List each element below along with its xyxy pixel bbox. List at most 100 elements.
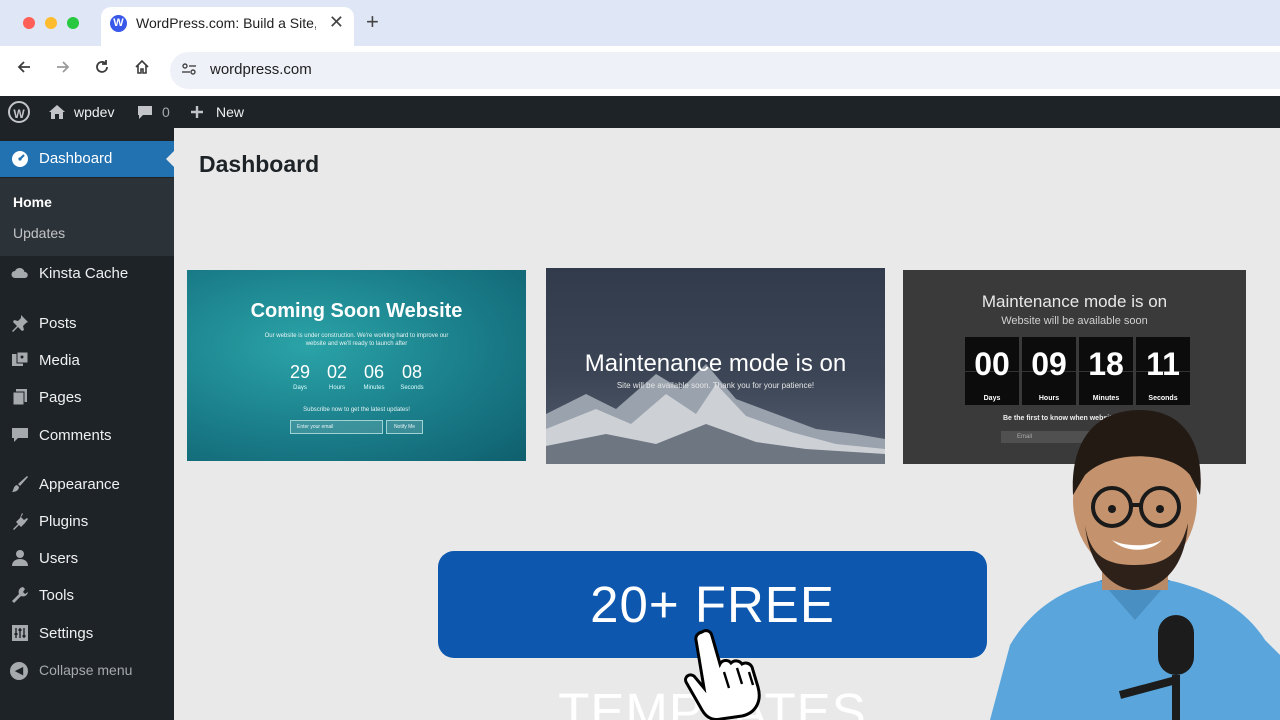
cloud-icon [10,264,30,284]
sidebar-item-kinsta-cache[interactable]: Kinsta Cache [0,256,174,292]
comments-icon[interactable] [137,96,153,128]
sidebar-item-label: Media [39,352,80,369]
dashboard-submenu: Home Updates [0,178,174,256]
countdown-unit: Seconds [1148,395,1178,402]
countdown-box: 11 Seconds [1136,337,1190,405]
sidebar-item-label: Pages [39,389,82,406]
admin-sidebar: Dashboard Home Updates Kinsta Cache Post… [0,128,174,720]
browser-tab[interactable]: W WordPress.com: Build a Site, Sell Your… [101,7,354,46]
countdown-value: 00 [974,346,1010,382]
template-maintenance-mountain[interactable]: Maintenance mode is on Site will be avai… [546,268,885,464]
countdown-unit: Hours [1038,395,1060,402]
minimize-window-button[interactable] [45,17,57,29]
browser-toolbar: wordpress.com [0,46,1280,96]
page-title: Dashboard [199,151,320,177]
submenu-updates[interactable]: Updates [13,225,65,241]
close-window-button[interactable] [23,17,35,29]
sidebar-item-users[interactable]: Users [0,541,174,577]
collapse-menu-label: Collapse menu [39,662,133,678]
sidebar-item-pages[interactable]: Pages [0,380,174,416]
dashboard-icon [10,149,30,169]
wrench-icon [10,586,30,606]
sidebar-item-label: Settings [39,625,94,642]
countdown-unit: Hours [328,385,345,391]
sidebar-item-label: Users [39,550,79,567]
plugin-icon [10,512,30,532]
hand-cursor-icon [684,629,761,720]
sidebar-item-label: Appearance [39,476,120,493]
countdown-value: 02 [326,362,348,382]
countdown-unit: Minutes [363,385,385,391]
home-icon[interactable] [48,96,66,128]
countdown-box: 18 Minutes [1079,337,1133,405]
site-settings-icon[interactable] [180,61,198,79]
countdown-value: 11 [1146,346,1180,382]
wordpress-logo-icon[interactable]: W [8,101,30,123]
sidebar-item-comments[interactable]: Comments [0,418,174,454]
template-description: Our website is under construction. We're… [264,333,449,347]
user-icon [10,549,30,569]
close-tab-icon[interactable]: ✕ [329,12,344,33]
countdown-unit: Seconds [400,385,424,391]
email-field[interactable]: Enter your email [290,420,383,434]
wp-admin-bar: W wpdev 0 New [0,96,1280,128]
subscribe-text: Subscribe now to get the latest updates! [303,407,410,413]
tab-title: WordPress.com: Build a Site, Sell Your S… [136,15,316,31]
sidebar-item-appearance[interactable]: Appearance [0,467,174,503]
new-content-link[interactable]: New [216,96,244,128]
url-text[interactable]: wordpress.com [210,61,312,78]
plus-icon[interactable] [190,96,204,128]
countdown-unit: Days [983,395,1001,402]
sidebar-item-label: Posts [39,315,77,332]
maximize-window-button[interactable] [67,17,79,29]
countdown-value: 18 [1088,346,1124,382]
sidebar-item-posts[interactable]: Posts [0,306,174,342]
browser-tab-bar: W WordPress.com: Build a Site, Sell Your… [0,0,1280,46]
template-subtitle: Website will be available soon [1001,315,1148,327]
countdown-unit: Minutes [1092,395,1120,402]
media-icon [10,351,30,371]
sidebar-item-label: Comments [39,427,112,444]
sidebar-item-label: Kinsta Cache [39,265,129,282]
template-coming-soon[interactable]: Coming Soon Website Our website is under… [187,270,526,461]
countdown-value: 06 [363,362,385,382]
comments-icon [10,426,30,446]
countdown-value: 29 [289,362,311,382]
new-tab-button[interactable]: + [366,10,379,34]
sidebar-item-settings[interactable]: Settings [0,616,174,652]
brush-icon [10,475,30,495]
sidebar-item-tools[interactable]: Tools [0,578,174,614]
template-title: Maintenance mode is on [981,292,1168,311]
countdown-box: 00 Days [965,337,1019,405]
pages-icon [10,388,30,408]
template-title: Coming Soon Website [250,300,463,322]
sidebar-item-plugins[interactable]: Plugins [0,504,174,540]
comments-count[interactable]: 0 [162,96,170,128]
sidebar-item-media[interactable]: Media [0,343,174,379]
home-icon[interactable] [130,58,154,82]
submenu-home[interactable]: Home [13,194,52,210]
presenter-image [990,410,1280,720]
forward-arrow-icon[interactable] [51,58,75,82]
active-indicator [166,151,174,167]
collapse-menu-button[interactable]: ◀ Collapse menu [0,653,174,689]
sidebar-item-dashboard[interactable]: Dashboard [0,141,174,177]
collapse-arrow-icon: ◀ [10,662,28,680]
countdown-box: 09 Hours [1022,337,1076,405]
countdown-value: 09 [1031,346,1067,382]
reload-icon[interactable] [90,58,114,82]
notify-button[interactable]: Notify Me [386,420,423,434]
sidebar-item-label: Tools [39,587,75,604]
settings-icon [10,624,30,644]
countdown-unit: Days [293,385,307,391]
wordpress-favicon-icon: W [110,15,127,32]
site-name-link[interactable]: wpdev [74,96,114,128]
template-subtitle: Site will be available soon. Thank you f… [616,381,815,390]
back-arrow-icon[interactable] [12,58,36,82]
template-title: Maintenance mode is on [584,350,847,377]
sidebar-item-label: Plugins [39,513,89,530]
sidebar-item-label: Dashboard [39,150,113,167]
pin-icon [10,314,30,334]
countdown-value: 08 [401,362,423,382]
address-bar[interactable]: wordpress.com [170,52,1280,89]
